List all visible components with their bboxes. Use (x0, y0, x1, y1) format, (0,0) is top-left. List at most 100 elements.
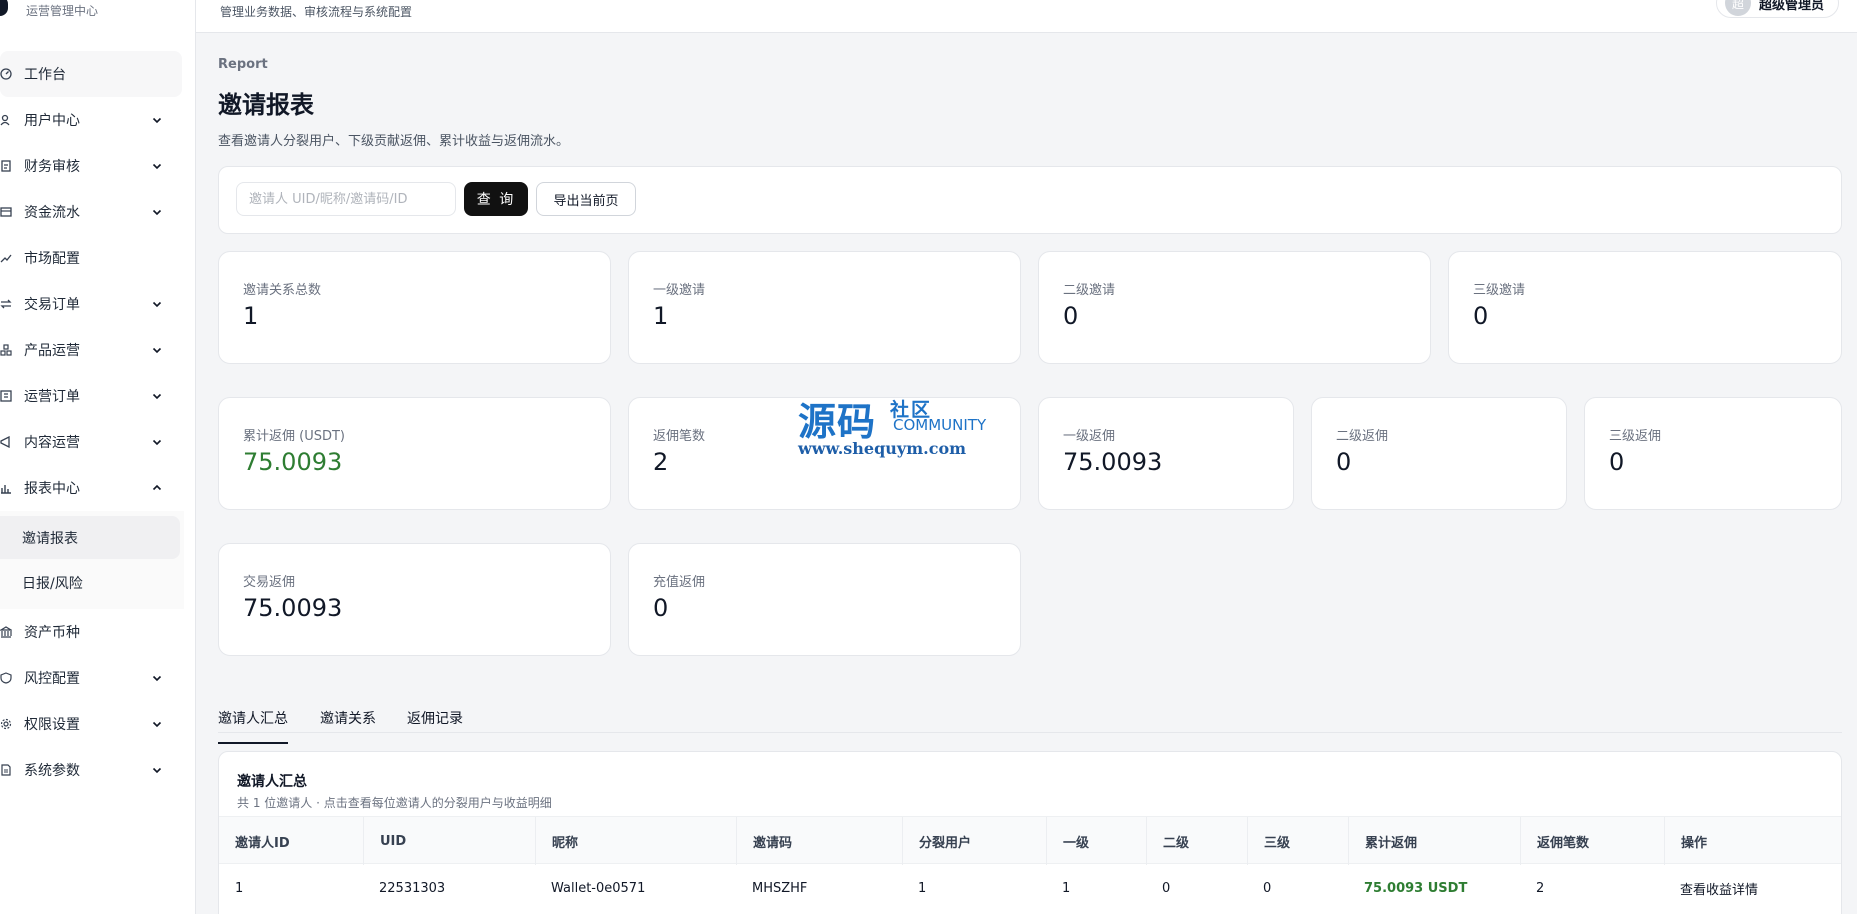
stat-card-rebate-count: 返佣笔数 2 (628, 397, 1021, 510)
sidebar: 运营管理中心 工作台 用户中心 财务审核 资金流水 市场配置 交易订单 产品运营… (0, 0, 196, 914)
stat-label: 三级邀请 (1473, 283, 1526, 298)
stat-label: 邀请关系总数 (243, 283, 322, 298)
cell-invite-code: MHSZHF (752, 880, 808, 896)
sidebar-item-fund-flow[interactable]: 资金流水 (0, 189, 182, 235)
stat-card-level2-invites: 二级邀请 0 (1038, 251, 1431, 364)
tab-inviter-summary[interactable]: 邀请人汇总 (218, 708, 288, 744)
column-header[interactable]: 一级 (1046, 817, 1146, 865)
user-name: 超级管理员 (1758, 0, 1824, 13)
sidebar-item-report-center[interactable]: 报表中心 (0, 465, 182, 511)
chevron-down-icon (150, 113, 164, 127)
cell-rebate-count: 2 (1536, 880, 1545, 896)
gear-icon (0, 718, 12, 730)
stat-label: 一级邀请 (653, 283, 706, 298)
stat-value: 0 (1063, 302, 1079, 330)
sidebar-item-product-ops[interactable]: 产品运营 (0, 327, 182, 373)
column-header[interactable]: 二级 (1146, 817, 1247, 865)
view-earnings-detail-link[interactable]: 查看收益详情 (1664, 864, 1758, 912)
sidebar-nav: 工作台 用户中心 财务审核 资金流水 市场配置 交易订单 产品运营 运营订单 内… (0, 51, 184, 793)
stat-card-level3-invites: 三级邀请 0 (1448, 251, 1842, 364)
column-header[interactable]: 分裂用户 (902, 817, 1046, 865)
stat-label: 累计返佣 (USDT) (243, 429, 345, 444)
sidebar-item-ops-orders[interactable]: 运营订单 (0, 373, 182, 419)
tab-rebate-records[interactable]: 返佣记录 (407, 708, 463, 742)
stat-card-total-relations: 邀请关系总数 1 (218, 251, 611, 364)
cell-nickname: Wallet-0e0571 (551, 880, 646, 896)
header-subtitle: 管理业务数据、审核流程与系统配置 (220, 5, 413, 19)
sidebar-item-risk-config[interactable]: 风控配置 (0, 655, 182, 701)
dashboard-icon (0, 68, 12, 80)
cell-level1: 1 (1062, 880, 1071, 896)
page-title: 邀请报表 (218, 91, 314, 119)
table-header: 邀请人ID UID 昵称 邀请码 分裂用户 一级 二级 三级 累计返佣 返佣笔数… (219, 816, 1841, 865)
sidebar-item-label: 权限设置 (24, 717, 80, 733)
sidebar-item-permission[interactable]: 权限设置 (0, 701, 182, 747)
sidebar-item-asset-currency[interactable]: 资产币种 (0, 609, 182, 655)
stat-label: 返佣笔数 (653, 429, 706, 444)
stat-value: 0 (1336, 448, 1352, 476)
sidebar-item-dashboard[interactable]: 工作台 (0, 51, 182, 97)
product-icon (0, 344, 12, 356)
sidebar-item-label: 市场配置 (24, 251, 80, 267)
cell-level3: 0 (1263, 880, 1272, 896)
table-title: 邀请人汇总 (237, 774, 307, 790)
sidebar-item-finance-audit[interactable]: 财务审核 (0, 143, 182, 189)
report-submenu: 邀请报表 日报/风险 (0, 511, 184, 609)
stat-label: 充值返佣 (653, 575, 706, 590)
stat-card-trade-rebate: 交易返佣 75.0093 (218, 543, 611, 656)
chevron-down-icon (150, 435, 164, 449)
tab-invite-relations[interactable]: 邀请关系 (320, 708, 376, 742)
page-description: 查看邀请人分裂用户、下级贡献返佣、累计收益与返佣流水。 (218, 134, 570, 149)
brand-logo (0, 0, 8, 16)
sidebar-item-label: 报表中心 (24, 481, 80, 497)
table-row[interactable]: 1 22531303 Wallet-0e0571 MHSZHF 1 1 0 0 … (219, 864, 1841, 912)
order-icon (0, 390, 12, 402)
sidebar-item-label: 内容运营 (24, 435, 80, 451)
column-header[interactable]: 三级 (1247, 817, 1348, 865)
stat-card-level1-invites: 一级邀请 1 (628, 251, 1021, 364)
search-input[interactable] (236, 182, 456, 216)
stat-label: 二级返佣 (1336, 429, 1389, 444)
tab-bar: 邀请人汇总 邀请关系 返佣记录 (218, 699, 1842, 744)
column-header[interactable]: 邀请人ID (219, 817, 363, 865)
sidebar-subitem-daily-risk[interactable]: 日报/风险 (0, 561, 180, 604)
sidebar-item-label: 系统参数 (24, 763, 80, 779)
stat-value: 0 (1609, 448, 1625, 476)
sidebar-item-label: 产品运营 (24, 343, 80, 359)
stat-value: 75.0093 (243, 448, 343, 476)
document-icon (0, 764, 12, 776)
sidebar-item-market-config[interactable]: 市场配置 (0, 235, 182, 281)
export-button[interactable]: 导出当前页 (536, 182, 636, 216)
stat-value: 75.0093 (243, 594, 343, 622)
column-header[interactable]: 邀请码 (736, 817, 902, 865)
sidebar-item-users[interactable]: 用户中心 (0, 97, 182, 143)
chevron-down-icon (150, 159, 164, 173)
chevron-down-icon (150, 763, 164, 777)
query-button[interactable]: 查 询 (464, 182, 528, 216)
stat-card-level2-rebate: 二级返佣 0 (1311, 397, 1567, 510)
column-header[interactable]: 昵称 (535, 817, 736, 865)
chevron-down-icon (150, 205, 164, 219)
column-header: 操作 (1664, 817, 1841, 865)
column-header[interactable]: 累计返佣 (1348, 817, 1520, 865)
sidebar-item-label: 交易订单 (24, 297, 80, 313)
column-header[interactable]: UID (363, 817, 535, 865)
sidebar-item-system-params[interactable]: 系统参数 (0, 747, 182, 793)
user-menu[interactable]: 超 超级管理员 (1715, 0, 1839, 18)
cell-inviter-id: 1 (235, 880, 244, 896)
wallet-icon (0, 206, 12, 218)
cell-total-rebate: 75.0093 USDT (1364, 880, 1468, 896)
stat-card-level3-rebate: 三级返佣 0 (1584, 397, 1842, 510)
sidebar-item-label: 资金流水 (24, 205, 80, 221)
sidebar-item-label: 资产币种 (24, 625, 80, 641)
chevron-down-icon (150, 343, 164, 357)
sidebar-item-content-ops[interactable]: 内容运营 (0, 419, 182, 465)
stat-value: 1 (653, 302, 669, 330)
stat-value: 0 (653, 594, 669, 622)
sidebar-item-label: 运营订单 (24, 389, 80, 405)
sidebar-subitem-invite-report[interactable]: 邀请报表 (0, 516, 180, 559)
table-subtitle: 共 1 位邀请人 · 点击查看每位邀请人的分裂用户与收益明细 (237, 796, 552, 810)
column-header[interactable]: 返佣笔数 (1520, 817, 1664, 865)
sidebar-item-trade-orders[interactable]: 交易订单 (0, 281, 182, 327)
sidebar-item-label: 财务审核 (24, 159, 80, 175)
